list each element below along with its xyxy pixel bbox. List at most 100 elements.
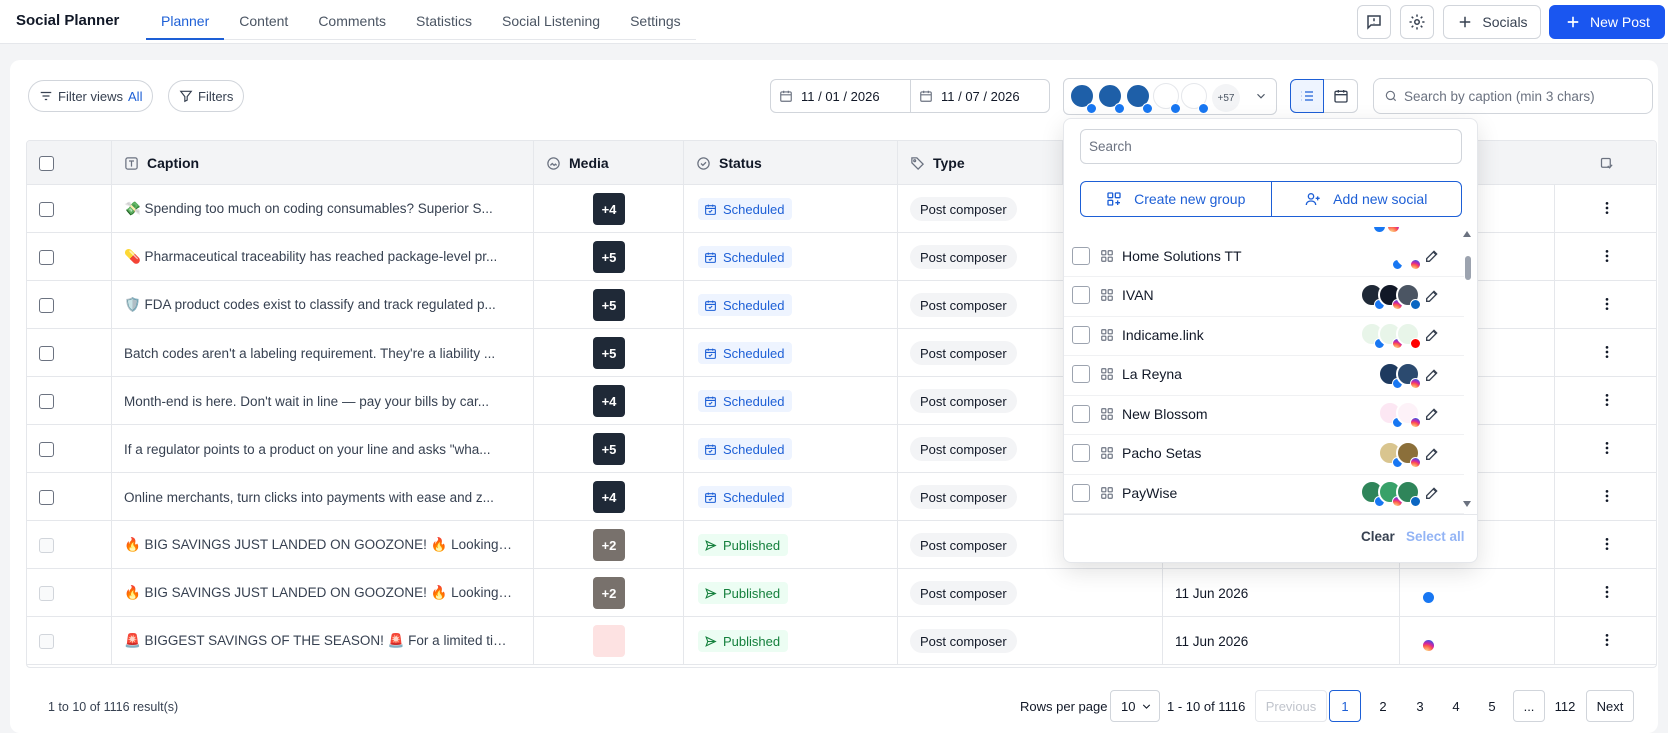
group-item[interactable]: IVAN <box>1064 275 1464 317</box>
group-checkbox[interactable] <box>1072 483 1090 502</box>
columns-header[interactable] <box>1555 141 1656 185</box>
tab-content[interactable]: Content <box>224 0 303 40</box>
group-checkbox[interactable] <box>1072 325 1090 344</box>
clear-button[interactable]: Clear <box>1361 529 1395 544</box>
page-3-button[interactable]: 3 <box>1406 690 1434 722</box>
list-view-button[interactable] <box>1290 79 1324 113</box>
pencil-icon[interactable] <box>1424 446 1440 462</box>
group-item[interactable]: PayWise <box>1064 472 1464 514</box>
date-to-input[interactable]: 11 / 07 / 2026 <box>910 79 1050 113</box>
row-checkbox[interactable] <box>39 633 54 649</box>
media-thumbnail[interactable] <box>593 625 625 657</box>
rows-per-page-select[interactable]: 10 <box>1110 690 1160 722</box>
filters-button[interactable]: Filters <box>168 80 245 112</box>
row-checkbox[interactable] <box>39 393 54 409</box>
caption-text[interactable]: 🛡️ FDA product codes exist to classify a… <box>112 297 512 313</box>
row-actions-button[interactable] <box>1599 248 1615 267</box>
type-header[interactable]: Type <box>898 141 1063 185</box>
feedback-button[interactable] <box>1357 5 1391 39</box>
media-thumbnail[interactable]: +4 <box>593 385 625 417</box>
row-actions-button[interactable] <box>1599 584 1615 603</box>
pencil-icon[interactable] <box>1424 367 1440 383</box>
dropdown-search-input[interactable] <box>1080 129 1462 164</box>
tab-statistics[interactable]: Statistics <box>401 0 487 40</box>
tab-settings[interactable]: Settings <box>615 0 696 40</box>
select-all-checkbox[interactable] <box>39 155 54 171</box>
caption-search-input[interactable] <box>1404 88 1644 104</box>
media-thumbnail[interactable]: +2 <box>593 577 625 609</box>
caption-text[interactable]: 🔥 BIG SAVINGS JUST LANDED ON GOOZONE! 🔥 … <box>112 585 512 601</box>
group-item[interactable]: Pacho Setas <box>1064 433 1464 475</box>
media-header[interactable]: Media <box>534 141 684 185</box>
pencil-icon[interactable] <box>1424 288 1440 304</box>
group-item[interactable]: Home Solutions TT <box>1064 235 1464 277</box>
page-1-button[interactable]: 1 <box>1329 690 1361 722</box>
filter-views-button[interactable]: Filter views All <box>28 80 154 112</box>
group-item[interactable]: Indicame.link <box>1064 314 1464 356</box>
row-checkbox[interactable] <box>39 297 54 313</box>
media-thumbnail[interactable]: +5 <box>593 433 625 465</box>
media-thumbnail[interactable]: +2 <box>593 529 625 561</box>
row-checkbox[interactable] <box>39 345 54 361</box>
group-item[interactable]: La Reyna <box>1064 354 1464 396</box>
media-thumbnail[interactable]: +5 <box>593 289 625 321</box>
caption-text[interactable]: 💊 Pharmaceutical traceability has reache… <box>112 249 512 265</box>
status-header[interactable]: Status <box>684 141 898 185</box>
create-group-button[interactable]: Create new group <box>1081 182 1271 216</box>
row-checkbox[interactable] <box>39 441 54 457</box>
row-checkbox[interactable] <box>39 489 54 505</box>
calendar-view-button[interactable] <box>1324 79 1358 113</box>
group-list[interactable]: Home Solutions TT IVAN Indicame.link La … <box>1064 227 1469 637</box>
caption-header[interactable]: Caption <box>112 141 534 185</box>
row-actions-button[interactable] <box>1599 344 1615 363</box>
next-page-button[interactable]: Next <box>1586 690 1634 722</box>
media-thumbnail[interactable]: +4 <box>593 193 625 225</box>
settings-button[interactable] <box>1400 5 1434 39</box>
row-checkbox[interactable] <box>39 201 54 217</box>
pencil-icon[interactable] <box>1424 406 1440 422</box>
caption-text[interactable]: Online merchants, turn clicks into payme… <box>112 490 512 505</box>
row-actions-button[interactable] <box>1599 296 1615 315</box>
caption-text[interactable]: If a regulator points to a product on yo… <box>112 442 512 457</box>
pencil-icon[interactable] <box>1424 248 1440 264</box>
group-checkbox[interactable] <box>1072 404 1090 423</box>
caption-text[interactable]: Month-end is here. Don't wait in line — … <box>112 394 512 409</box>
row-actions-button[interactable] <box>1599 632 1615 651</box>
scrollbar-thumb[interactable] <box>1465 256 1471 280</box>
page-2-button[interactable]: 2 <box>1369 690 1397 722</box>
new-post-button[interactable]: New Post <box>1549 5 1665 39</box>
page-4-button[interactable]: 4 <box>1442 690 1470 722</box>
scroll-down-arrow-icon[interactable] <box>1461 499 1473 509</box>
tab-social-listening[interactable]: Social Listening <box>487 0 615 40</box>
row-actions-button[interactable] <box>1599 200 1615 219</box>
group-item[interactable]: New Blossom <box>1064 393 1464 435</box>
pencil-icon[interactable] <box>1424 485 1440 501</box>
caption-text[interactable]: 🔥 BIG SAVINGS JUST LANDED ON GOOZONE! 🔥 … <box>112 537 512 553</box>
caption-text[interactable]: 🚨 BIGGEST SAVINGS OF THE SEASON! 🚨 For a… <box>112 633 512 649</box>
tab-comments[interactable]: Comments <box>303 0 401 40</box>
media-thumbnail[interactable]: +4 <box>593 481 625 513</box>
caption-text[interactable]: 💸 Spending too much on coding consumable… <box>112 201 512 217</box>
add-social-button[interactable]: Add new social <box>1270 182 1462 216</box>
group-checkbox[interactable] <box>1072 286 1090 304</box>
accounts-select[interactable]: +57 <box>1063 78 1277 115</box>
row-actions-button[interactable] <box>1599 392 1615 411</box>
row-actions-button[interactable] <box>1599 440 1615 459</box>
tab-planner[interactable]: Planner <box>146 0 225 40</box>
scroll-up-arrow-icon[interactable] <box>1461 229 1473 239</box>
caption-text[interactable]: Batch codes aren't a labeling requiremen… <box>112 346 512 361</box>
group-checkbox[interactable] <box>1072 365 1090 383</box>
socials-button[interactable]: Socials <box>1443 5 1541 39</box>
row-checkbox[interactable] <box>39 537 54 553</box>
page-5-button[interactable]: 5 <box>1478 690 1506 722</box>
date-from-input[interactable]: 11 / 01 / 2026 <box>770 79 911 113</box>
pencil-icon[interactable] <box>1424 327 1440 343</box>
media-thumbnail[interactable]: +5 <box>593 337 625 369</box>
previous-page-button[interactable]: Previous <box>1255 690 1327 722</box>
group-checkbox[interactable] <box>1072 444 1090 462</box>
media-thumbnail[interactable]: +5 <box>593 241 625 273</box>
row-checkbox[interactable] <box>39 249 54 265</box>
group-checkbox[interactable] <box>1072 246 1090 265</box>
row-actions-button[interactable] <box>1599 536 1615 555</box>
select-all-button[interactable]: Select all <box>1406 529 1465 544</box>
